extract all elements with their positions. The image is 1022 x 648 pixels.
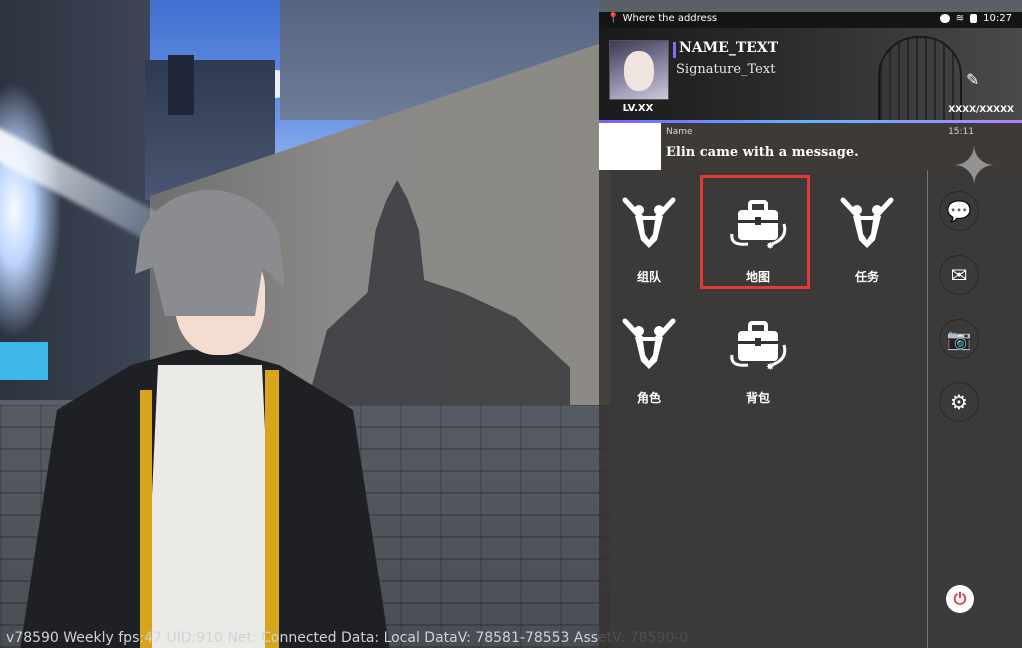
tower-spire bbox=[168, 55, 194, 115]
camera-icon: 📷 bbox=[946, 327, 972, 351]
clock-text: 10:27 bbox=[983, 13, 1012, 24]
debug-info: v78590 Weekly fps:47 UID:910 Net: Connec… bbox=[6, 630, 689, 646]
level-label: LV.XX bbox=[622, 103, 654, 114]
message-thumbnail bbox=[599, 123, 661, 170]
jacket-trim-right bbox=[265, 370, 279, 648]
menu-label-team: 组队 bbox=[636, 270, 661, 284]
jacket-trim-left bbox=[140, 390, 152, 648]
phone-menu-panel: 📍 Where the address ≋ 10:27 LV.XX NAME_T… bbox=[599, 12, 1022, 648]
avatar-face bbox=[624, 51, 654, 91]
status-icons: ≋ 10:27 bbox=[939, 13, 1012, 24]
player-signature: Signature_Text bbox=[676, 62, 776, 77]
wifi-icon: ≋ bbox=[955, 13, 965, 24]
team-swords-icon bbox=[622, 197, 676, 248]
location-text: 📍 Where the address bbox=[607, 13, 718, 24]
status-bar: 📍 Where the address ≋ 10:27 bbox=[599, 12, 1022, 28]
swords-shield-icon bbox=[840, 197, 894, 248]
menu-item-bag[interactable]: ✸ 背包 bbox=[713, 315, 803, 415]
character-shirt bbox=[145, 365, 275, 648]
battery-icon bbox=[970, 14, 978, 23]
settings-button[interactable]: ⚙ bbox=[940, 383, 978, 421]
menu-item-quest[interactable]: 任务 bbox=[822, 194, 912, 294]
menu-label-bag: 背包 bbox=[745, 391, 770, 405]
cloud-icon bbox=[939, 14, 950, 23]
mail-icon: ✉ bbox=[950, 263, 968, 287]
name-accent-bar bbox=[673, 42, 676, 58]
chat-button[interactable]: 💬 bbox=[940, 192, 978, 230]
svg-text:✸: ✸ bbox=[766, 362, 774, 371]
briefcase-icon: ✸ bbox=[730, 321, 787, 373]
chat-icon: 💬 bbox=[946, 199, 972, 223]
power-button[interactable]: ⏻ bbox=[946, 585, 974, 613]
camera-button[interactable]: 📷 bbox=[940, 320, 978, 358]
avatar[interactable] bbox=[609, 40, 669, 100]
side-divider bbox=[927, 170, 928, 648]
message-time: 15:11 bbox=[948, 127, 974, 137]
settings-icon: ⚙ bbox=[950, 390, 968, 414]
profile-counter: XXXX/XXXXX bbox=[948, 105, 1014, 115]
power-icon: ⏻ bbox=[953, 589, 967, 608]
menu-item-character[interactable]: 角色 bbox=[604, 315, 694, 415]
menu-item-team[interactable]: 组队 bbox=[604, 194, 694, 294]
player-character bbox=[0, 190, 420, 648]
menu-label-character: 角色 bbox=[636, 391, 661, 405]
compass-icon: ✦ bbox=[952, 137, 996, 197]
player-name: NAME_TEXT bbox=[679, 40, 779, 56]
message-sender: Name bbox=[666, 127, 693, 137]
edit-icon[interactable]: ✎ bbox=[966, 70, 986, 90]
mail-button[interactable]: ✉ bbox=[940, 256, 978, 294]
message-text: Elin came with a message. bbox=[666, 145, 859, 160]
swords-shield-icon bbox=[622, 318, 676, 369]
map-highlight-box bbox=[700, 175, 810, 289]
menu-label-quest: 任务 bbox=[854, 270, 879, 284]
profile-card[interactable]: LV.XX NAME_TEXT Signature_Text ✎ XXXX/XX… bbox=[599, 28, 1022, 120]
